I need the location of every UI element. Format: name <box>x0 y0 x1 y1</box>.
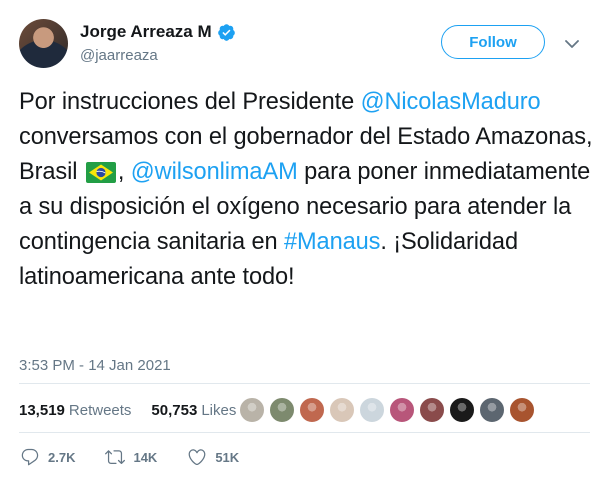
likes-stat[interactable]: 50,753 Likes <box>151 402 236 419</box>
liker-avatar[interactable] <box>389 397 415 423</box>
retweet-count: 14K <box>133 449 158 465</box>
liker-avatar[interactable] <box>299 397 325 423</box>
tweet-text-segment: Por instrucciones del Presidente <box>19 89 361 115</box>
retweets-label: Retweets <box>68 402 132 419</box>
brazil-flag-icon <box>85 162 116 183</box>
retweet-icon[interactable] <box>105 447 126 467</box>
liker-avatar[interactable] <box>449 397 475 423</box>
likes-count: 50,753 <box>151 402 198 419</box>
liker-avatar[interactable] <box>269 397 295 423</box>
liker-avatar[interactable] <box>479 397 505 423</box>
verified-badge-icon <box>217 23 235 41</box>
like-count: 51K <box>215 449 240 465</box>
tweet-timestamp[interactable]: 3:53 PM - 14 Jan 2021 <box>19 357 171 374</box>
reply-count: 2.7K <box>48 449 76 465</box>
reply-action[interactable]: 2.7K <box>20 447 75 467</box>
liker-avatar[interactable] <box>359 397 385 423</box>
mention-link[interactable]: @NicolasMaduro <box>361 89 541 115</box>
follow-button[interactable]: Follow <box>441 25 545 59</box>
likes-label: Likes <box>201 402 237 419</box>
user-name[interactable]: Jorge Arreaza M <box>80 22 212 42</box>
user-name-row: Jorge Arreaza M <box>80 22 236 42</box>
tweet-card: Jorge Arreaza M @jaarreaza Follow Por in… <box>0 0 609 481</box>
hashtag-link[interactable]: #Manaus <box>284 229 380 255</box>
tweet-text: Por instrucciones del Presidente @Nicola… <box>19 85 594 295</box>
tweet-text-segment: , <box>117 159 131 185</box>
chevron-down-icon[interactable] <box>565 39 579 49</box>
liker-avatar[interactable] <box>239 397 265 423</box>
divider-bottom <box>19 432 590 433</box>
retweets-stat[interactable]: 13,519 Retweets <box>19 402 131 419</box>
liker-avatar[interactable] <box>419 397 445 423</box>
tweet-actions: 2.7K 14K 51K <box>20 447 269 467</box>
reply-icon[interactable] <box>20 447 40 467</box>
liker-avatar[interactable] <box>329 397 355 423</box>
like-action[interactable]: 51K <box>187 447 239 467</box>
tweet-stats: 13,519 Retweets 50,753 Likes <box>19 402 236 419</box>
divider-top <box>19 383 590 384</box>
avatar[interactable] <box>19 19 68 68</box>
liker-avatars <box>239 397 535 423</box>
user-handle[interactable]: @jaarreaza <box>80 47 158 64</box>
heart-icon[interactable] <box>187 447 207 467</box>
retweet-action[interactable]: 14K <box>105 447 157 467</box>
liker-avatar[interactable] <box>509 397 535 423</box>
mention-link[interactable]: @wilsonlimaAM <box>131 159 298 185</box>
retweets-count: 13,519 <box>19 402 65 419</box>
